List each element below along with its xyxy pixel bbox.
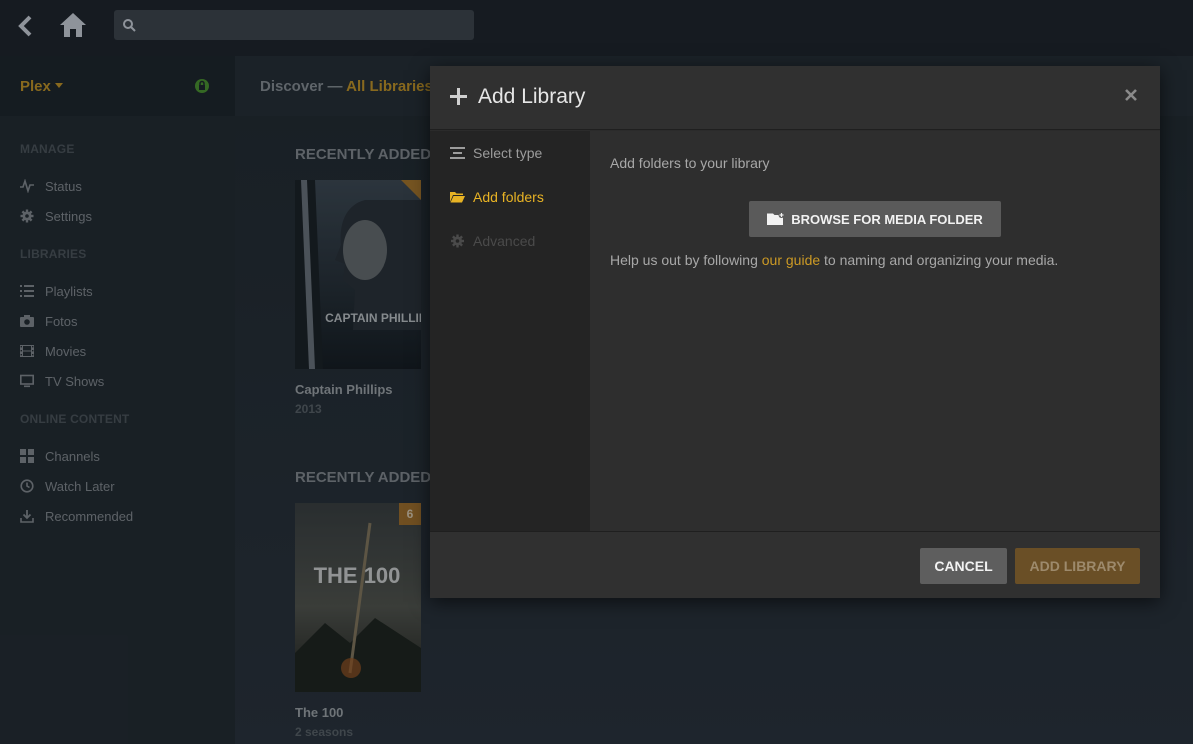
naming-guide-link[interactable]: our guide — [762, 252, 820, 268]
close-icon[interactable] — [1124, 88, 1138, 102]
align-center-icon — [450, 147, 465, 159]
top-bar — [0, 0, 1193, 56]
chevron-left-icon — [18, 15, 32, 37]
modal-footer: CANCEL ADD LIBRARY — [430, 531, 1160, 598]
search-icon — [123, 19, 136, 32]
home-button[interactable] — [58, 10, 88, 40]
modal-body: Add folders to your library BROWSE FOR M… — [590, 131, 1160, 531]
home-icon — [60, 13, 86, 37]
step-advanced: Advanced — [450, 231, 535, 251]
step-label: Advanced — [473, 233, 536, 249]
gear-icon — [451, 234, 464, 248]
step-select-type[interactable]: Select type — [450, 143, 542, 163]
cancel-button[interactable]: CANCEL — [920, 548, 1007, 584]
add-folders-heading: Add folders to your library — [610, 155, 770, 171]
search-bar[interactable] — [114, 10, 474, 40]
browse-label: BROWSE FOR MEDIA FOLDER — [791, 211, 983, 227]
wizard-steps: Select type Add folders Advanced — [430, 131, 590, 531]
modal-title: Add Library — [478, 85, 586, 108]
add-library-button[interactable]: ADD LIBRARY — [1015, 548, 1140, 584]
help-text-before: Help us out by following — [610, 252, 762, 268]
step-label: Select type — [473, 145, 543, 161]
folder-open-icon — [450, 192, 465, 203]
browse-media-folder-button[interactable]: BROWSE FOR MEDIA FOLDER — [749, 201, 1001, 237]
add-library-modal: Add Library Select type Add folders Adva… — [430, 66, 1160, 598]
help-text: Help us out by following our guide to na… — [610, 252, 1058, 268]
folder-add-icon — [767, 212, 785, 225]
plus-icon — [450, 88, 467, 105]
back-button[interactable] — [12, 12, 40, 40]
step-add-folders[interactable]: Add folders — [450, 187, 544, 207]
step-label: Add folders — [473, 189, 544, 205]
help-text-after: to naming and organizing your media. — [820, 252, 1059, 268]
modal-header: Add Library — [430, 66, 1160, 130]
search-input[interactable] — [144, 10, 464, 40]
